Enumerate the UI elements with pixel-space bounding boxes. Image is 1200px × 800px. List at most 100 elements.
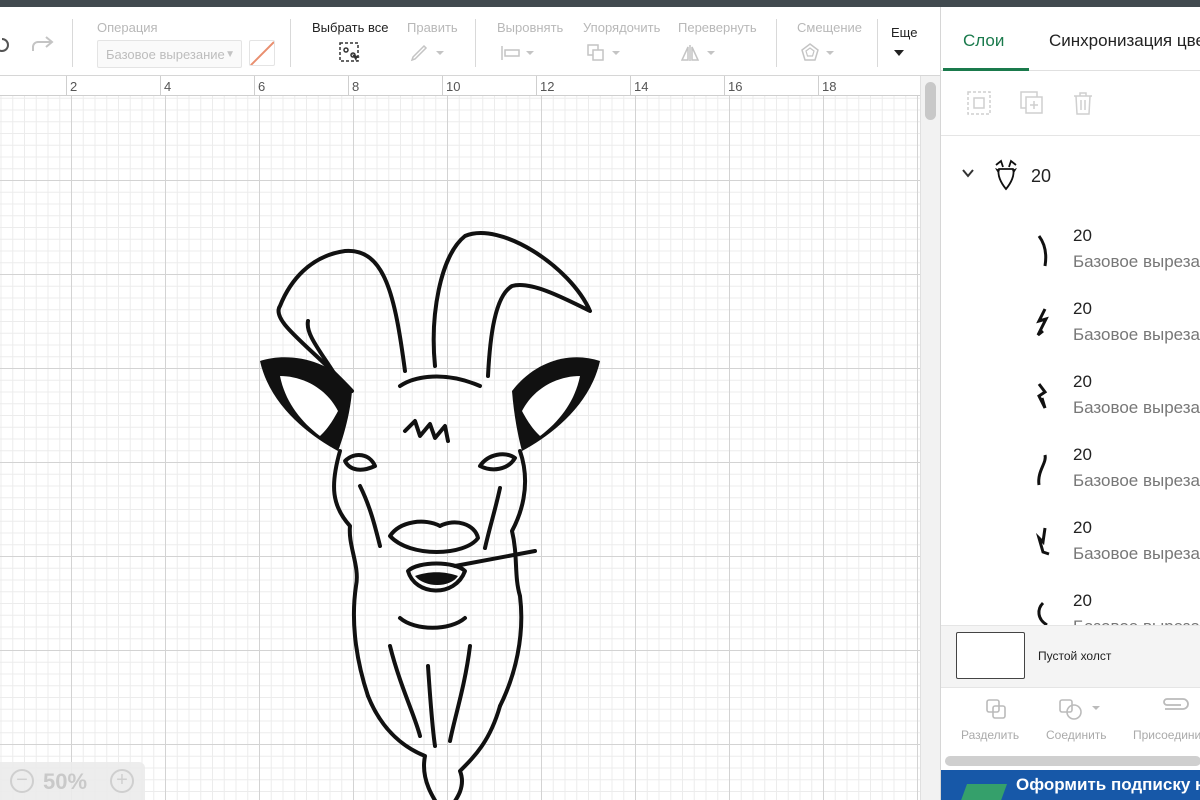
zoom-control: − 50% + [0,762,145,800]
layer-group[interactable]: 20 [941,157,1200,193]
ruler-tick [66,76,67,96]
layer-operation: Базовое вырезание [1073,471,1200,490]
zoom-level: 50% [43,769,88,794]
more-label[interactable]: Еще [891,25,917,40]
offset-label: Смещение [797,20,863,35]
layer-name: 20 [1073,591,1092,610]
ruler-label: 10 [446,79,461,94]
shape-thumbnail-icon [1037,454,1047,486]
layers-panel: Слои Синхронизация цвета 20 20 [940,7,1200,800]
layer-tools [941,72,1200,136]
layer-item[interactable]: 20 Базовое вырезание [941,368,1200,441]
panel-tabs: Слои Синхронизация цвета [941,7,1200,71]
ruler-tick [724,76,725,96]
ruler-tick [442,76,443,96]
ruler-tick [254,76,255,96]
layer-name: 20 [1073,445,1092,464]
layer-item[interactable]: 20 Базовое вырезание [941,514,1200,587]
ruler-tick [348,76,349,96]
operation-label: Операция [97,20,158,35]
attach-label: Присоединить [1133,728,1200,742]
duplicate-icon[interactable] [1019,90,1045,116]
undo-icon[interactable] [0,35,12,55]
delete-icon[interactable] [1071,90,1095,116]
chevron-down-icon[interactable] [893,49,905,57]
layer-actions: Разделить Соединить Присоединить [941,687,1200,749]
slice-label: Разделить [961,728,1020,742]
select-all-label: Выбрать все [312,20,389,35]
zoom-in-button[interactable]: + [110,769,134,793]
arrange-label: Упорядочить [583,20,661,35]
edit-toolbar: Операция Базовое вырезание ▼ Выбрать все… [0,7,940,76]
layer-name: 20 [1073,226,1092,245]
edit-pencil-icon[interactable] [410,43,444,63]
operation-select[interactable]: Базовое вырезание ▼ [97,40,242,68]
redo-icon[interactable] [30,35,56,55]
combine-label: Соединить [1046,728,1107,742]
layer-operation: Базовое вырезание [1073,398,1200,417]
toolbar-divider [877,19,878,67]
operation-value: Базовое вырезание [106,47,225,62]
arrange-icon[interactable] [586,43,622,63]
scrollbar-thumb[interactable] [925,82,936,120]
layer-item[interactable]: 20 Базовое вырезание [941,441,1200,514]
ruler-label: 8 [352,79,360,94]
toolbar-divider [475,19,476,67]
ruler-label: 14 [634,79,649,94]
combine-icon [1059,699,1100,720]
goat-thumbnail-icon [995,159,1017,191]
layer-operation: Базовое вырезание [1073,544,1200,563]
blank-canvas-row[interactable]: Пустой холст [941,625,1200,687]
toolbar-divider [776,19,777,67]
layer-operation: Базовое вырезание [1073,325,1200,344]
ruler-label: 12 [540,79,555,94]
promo-badge [958,784,1008,800]
layer-name: 20 [1073,372,1092,391]
ruler-label: 2 [70,79,78,94]
pen-color-swatch[interactable] [249,40,275,66]
layer-item[interactable]: 20 Базовое вырезание [941,222,1200,295]
ruler-label: 16 [728,79,743,94]
shape-thumbnail-icon [1035,527,1050,556]
subscription-banner[interactable]: Оформить подписку на Cricut Access [941,770,1200,800]
ruler-label: 6 [258,79,266,94]
offset-icon[interactable] [800,43,836,63]
active-tab-indicator [943,68,1029,71]
group-icon[interactable] [966,90,992,116]
edit-label: Править [407,20,458,35]
blank-canvas-label: Пустой холст [1038,649,1112,663]
shape-thumbnail-icon [1037,235,1048,267]
toolbar-divider [290,19,291,67]
shape-thumbnail-icon [1036,308,1049,337]
goat-head-design[interactable] [250,226,610,800]
vertical-scrollbar[interactable] [920,76,940,800]
align-label: Выровнять [497,20,564,35]
align-icon[interactable] [500,43,536,63]
slice-icon [986,699,1006,719]
ruler-label: 4 [164,79,172,94]
layer-item[interactable]: 20 Базовое вырезание [941,295,1200,368]
group-name: 20 [1031,166,1052,186]
window-top-strip [0,0,1200,7]
select-all-icon[interactable] [338,41,362,65]
layer-name: 20 [1073,299,1092,318]
shape-thumbnail-icon [1037,383,1048,409]
ruler-tick [818,76,819,96]
tab-color-sync[interactable]: Синхронизация цвета [1049,31,1200,51]
ruler-tick [630,76,631,96]
flip-label: Перевернуть [678,20,757,35]
ruler-tick [536,76,537,96]
paperclip-icon [1163,698,1189,710]
panel-horizontal-scrollbar[interactable] [945,756,1200,766]
chevron-down-icon: ▼ [225,49,235,60]
ruler-label: 18 [822,79,837,94]
layer-operation: Базовое вырезание [1073,252,1200,271]
chevron-down-icon[interactable] [961,163,975,183]
flip-icon[interactable] [681,43,717,63]
zoom-out-button[interactable]: − [10,769,34,793]
design-canvas[interactable]: 2 4 6 8 10 12 14 16 18 − 50% + [0,76,940,800]
canvas-color-swatch[interactable] [956,632,1025,679]
tab-layers[interactable]: Слои [963,31,1004,51]
toolbar-divider [72,19,73,67]
horizontal-ruler: 2 4 6 8 10 12 14 16 18 [0,76,920,96]
